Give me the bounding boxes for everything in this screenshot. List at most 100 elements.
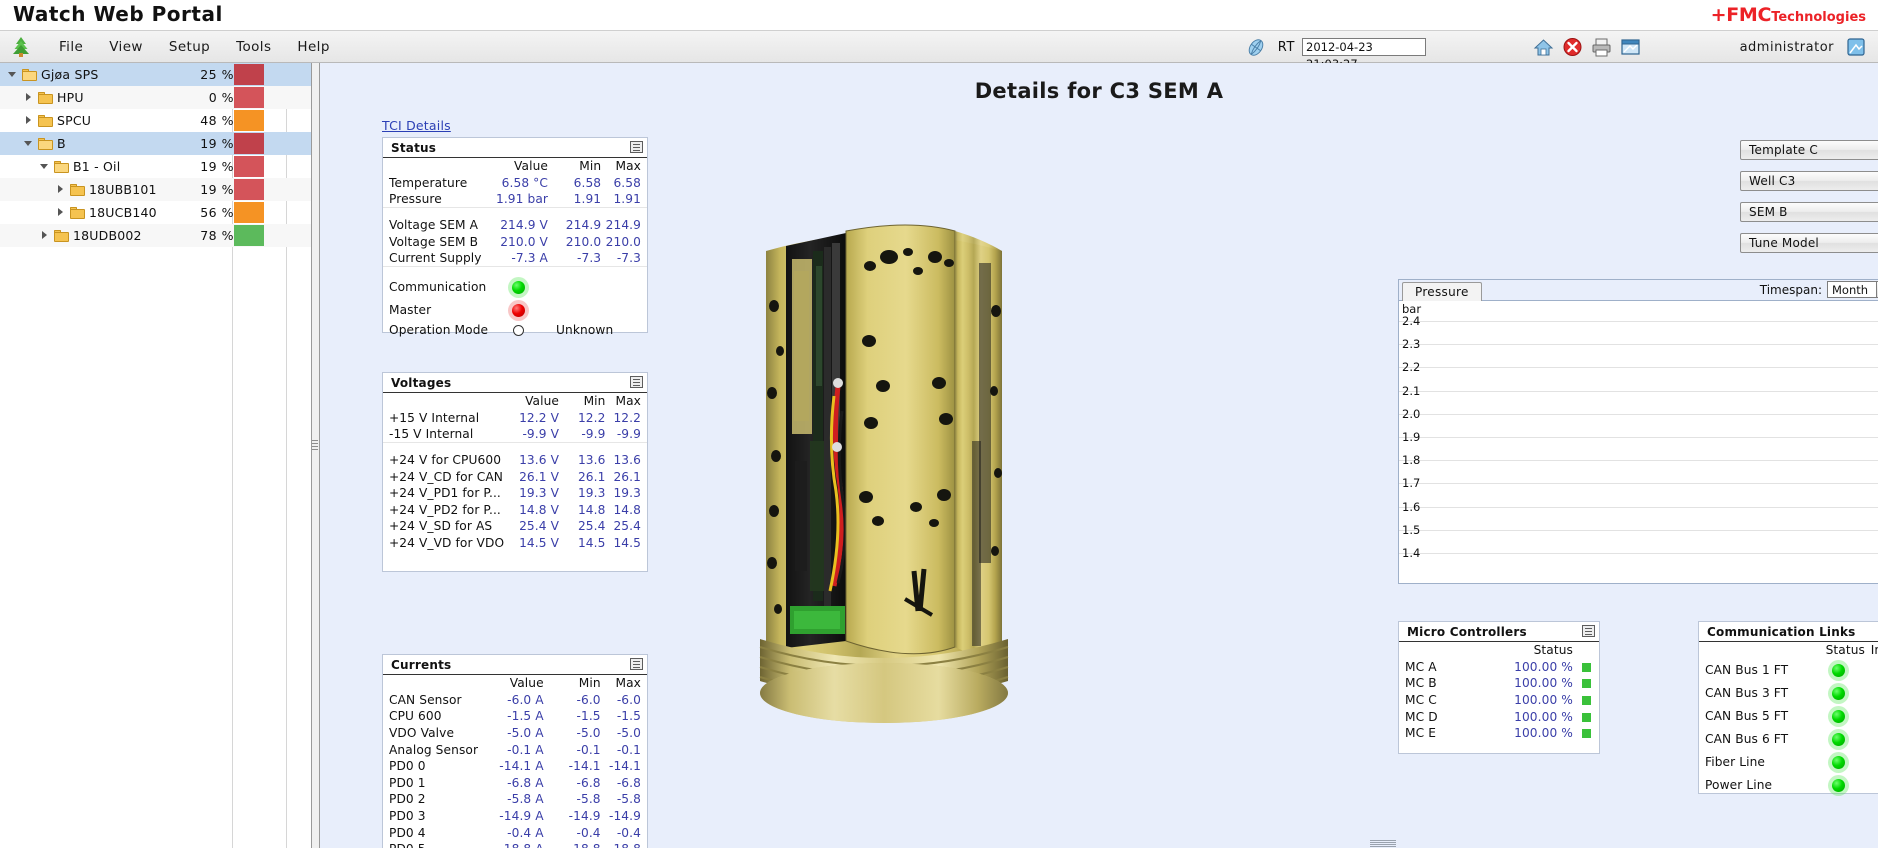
communication-links-panel: Communication Links StatusInc.CAN Bus 1 … <box>1698 621 1878 797</box>
tree-row-label: 18UBB101 <box>89 182 157 197</box>
table-row[interactable]: +24 V for CPU600 13.6 V 13.6 13.6 <box>383 452 647 469</box>
tree-twisty-collapsed-icon[interactable] <box>24 115 35 126</box>
tree-row[interactable]: B 19 % <box>0 132 319 155</box>
column-header-max: Max <box>615 159 641 174</box>
timespan-select[interactable]: Month <box>1827 281 1877 298</box>
folder-icon <box>54 229 69 242</box>
column-header-blank <box>383 675 478 692</box>
table-row[interactable]: +15 V Internal 12.2 V 12.2 12.2 <box>383 410 647 427</box>
tree-twisty-collapsed-icon[interactable] <box>24 92 35 103</box>
tree-twisty-collapsed-icon[interactable] <box>56 184 67 195</box>
window-icon[interactable] <box>1619 36 1642 58</box>
button-tune-model[interactable]: Tune Model <box>1740 233 1878 253</box>
table-row[interactable]: MC C 100.00 % <box>1399 692 1599 709</box>
sidebar-scrollbar-grip[interactable] <box>312 438 318 460</box>
table-row[interactable]: +24 V_PD1 for P... 19.3 V 19.3 19.3 <box>383 485 647 502</box>
row-max: -0.4 <box>616 825 641 840</box>
tci-details-link[interactable]: TCI Details <box>382 118 451 133</box>
tree-row[interactable]: B1 - Oil 19 % <box>0 155 319 178</box>
currents-panel-menu-icon[interactable] <box>630 658 643 670</box>
table-row[interactable]: CAN Sensor -6.0 A -6.0 -6.0 <box>383 692 647 709</box>
tree-row[interactable]: 18UBB101 19 % <box>0 178 319 201</box>
page-title: Details for C3 SEM A <box>974 79 1224 103</box>
close-icon[interactable] <box>1561 36 1584 58</box>
chart-plot-area[interactable]: bar 2.4 2.3 2.2 2.1 2.0 1.9 1.8 1.7 1.6 1.5 1.4 <box>1399 301 1878 583</box>
menu-item-tools[interactable]: Tools <box>223 36 284 58</box>
table-row[interactable]: PD0 2 -5.8 A -5.8 -5.8 <box>383 791 647 808</box>
tree-twisty-collapsed-icon[interactable] <box>40 230 51 241</box>
tree-twisty-collapsed-icon[interactable] <box>56 207 67 218</box>
indicator-label: Operation Mode <box>389 322 489 337</box>
menu-item-setup[interactable]: Setup <box>156 36 223 58</box>
table-row[interactable]: MC A 100.00 % <box>1399 659 1599 676</box>
table-row[interactable]: Pressure 1.91 bar 1.91 1.91 <box>383 191 647 208</box>
table-row[interactable]: +24 V_VD for VDO 14.5 V 14.5 14.5 <box>383 535 647 552</box>
table-row[interactable]: PD0 4 -0.4 A -0.4 -0.4 <box>383 824 647 841</box>
micro-controllers-panel-menu-icon[interactable] <box>1582 625 1595 637</box>
voltages-panel-menu-icon[interactable] <box>630 376 643 388</box>
button-template-c[interactable]: Template C <box>1740 140 1878 160</box>
row-value: -5.8 A <box>507 792 544 807</box>
tree-row[interactable]: 18UCB140 56 % <box>0 201 319 224</box>
printer-icon[interactable] <box>1590 36 1613 58</box>
menu-item-file[interactable]: File <box>46 36 96 58</box>
table-row[interactable]: PD0 0 -14.1 A -14.1 -14.1 <box>383 758 647 775</box>
table-row[interactable]: Voltage SEM B 210.0 V 210.0 210.0 <box>383 233 647 250</box>
menu-item-help[interactable]: Help <box>284 36 342 58</box>
tree-twisty-expanded-icon[interactable] <box>40 161 51 172</box>
table-row[interactable]: CAN Bus 3 FT 0 <box>1699 682 1878 705</box>
table-row[interactable]: CAN Bus 5 FT 0 <box>1699 705 1878 728</box>
table-row[interactable]: PD0 1 -6.8 A -6.8 -6.8 <box>383 775 647 792</box>
table-row[interactable]: MC B 100.00 % <box>1399 675 1599 692</box>
tab-pressure[interactable]: Pressure <box>1402 282 1482 301</box>
table-row[interactable]: Current Supply -7.3 A -7.3 -7.3 <box>383 250 647 267</box>
button-sem-b[interactable]: SEM B <box>1740 202 1878 222</box>
row-label: PD0 5 <box>383 841 478 848</box>
tree-row[interactable]: HPU 0 % <box>0 86 319 109</box>
table-row[interactable]: Analog Sensor -0.1 A -0.1 -0.1 <box>383 741 647 758</box>
tree-twisty-expanded-icon[interactable] <box>8 69 19 80</box>
tree-row[interactable]: Gjøa SPS 25 % <box>0 63 319 86</box>
table-row[interactable]: PD0 3 -14.9 A -14.9 -14.9 <box>383 808 647 825</box>
status-panel-menu-icon[interactable] <box>630 141 643 153</box>
column-header-value: Value <box>525 394 560 409</box>
table-row[interactable]: Power Line 0 <box>1699 774 1878 797</box>
indicator-label: Communication <box>389 280 487 295</box>
table-row[interactable]: Voltage SEM A 214.9 V 214.9 214.9 <box>383 217 647 234</box>
tree-row-percent: 56 % <box>200 205 234 220</box>
sidebar-scrollbar[interactable] <box>311 63 319 848</box>
table-row[interactable]: +24 V_SD for AS 25.4 V 25.4 25.4 <box>383 518 647 535</box>
row-max: -5.8 <box>616 792 641 807</box>
table-row[interactable]: Temperature 6.58 °C 6.58 6.58 <box>383 175 647 192</box>
table-row[interactable]: +24 V_CD for CAN 26.1 V 26.1 26.1 <box>383 468 647 485</box>
table-row[interactable]: MC E 100.00 % <box>1399 725 1599 742</box>
folder-icon <box>70 183 85 196</box>
navigation-tree-sidebar[interactable]: Gjøa SPS 25 % HPU 0 % SPCU 48 % B 19 % B1 - Oil 1… <box>0 63 320 848</box>
row-status: 100.00 % <box>1514 726 1573 741</box>
table-row[interactable]: CAN Bus 6 FT 0 <box>1699 728 1878 751</box>
table-row[interactable]: PD0 5-18.8 A-18.8-18.8 <box>383 841 647 848</box>
table-row[interactable]: +24 V_PD2 for P... 14.8 V 14.8 14.8 <box>383 502 647 519</box>
user-icon[interactable] <box>1846 37 1866 57</box>
button-well-c3[interactable]: Well C3 <box>1740 171 1878 191</box>
table-row[interactable]: CPU 600 -1.5 A -1.5 -1.5 <box>383 708 647 725</box>
home-icon[interactable] <box>1532 36 1555 58</box>
indicator-text <box>548 299 647 322</box>
row-label: PD0 2 <box>389 792 426 807</box>
tree-row[interactable]: 18UDB002 78 % <box>0 224 319 247</box>
row-increment: 0 <box>1865 751 1878 774</box>
table-row[interactable]: VDO Valve -5.0 A -5.0 -5.0 <box>383 725 647 742</box>
globe-icon[interactable] <box>1245 37 1267 58</box>
tree-row[interactable]: SPCU 48 % <box>0 109 319 132</box>
row-label: MC C <box>1405 693 1437 708</box>
tree-twisty-expanded-icon[interactable] <box>24 138 35 149</box>
realtime-timestamp-input[interactable]: 2012-04-23 21:03:27 <box>1302 38 1426 71</box>
content-scrollbar-grip[interactable] <box>1370 839 1396 847</box>
table-row[interactable]: CAN Bus 1 FT 0 <box>1699 659 1878 682</box>
table-row[interactable]: MC D 100.00 % <box>1399 708 1599 725</box>
menu-item-view[interactable]: View <box>96 36 156 58</box>
status-panel: Status Value Min Max Temperature 6.58 °C 6.58… <box>382 137 648 337</box>
table-row[interactable]: -15 V Internal -9.9 V -9.9 -9.9 <box>383 426 647 443</box>
table-row[interactable]: Fiber Line 0 <box>1699 751 1878 774</box>
row-min: 14.8 <box>577 502 606 517</box>
